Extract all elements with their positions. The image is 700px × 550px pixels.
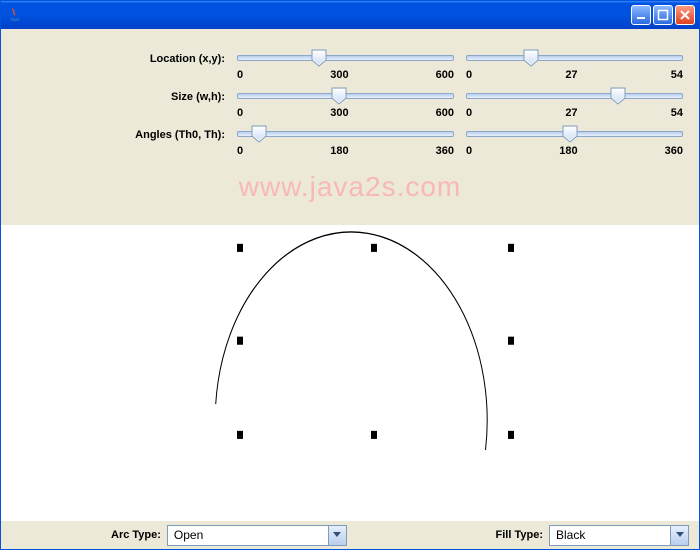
tick-mid: 300 — [330, 107, 348, 119]
slider-ticks: 0 27 54 — [466, 69, 683, 81]
fill-type-value: Black — [550, 528, 591, 542]
tick-max: 54 — [671, 69, 683, 81]
watermark-text: www.java2s.com — [1, 171, 699, 203]
arc-type-label: Arc Type: — [111, 529, 161, 541]
bottom-bar: Arc Type: Open Fill Type: Black — [1, 521, 699, 549]
control-row-1: Size (w,h): 0 300 600 0 27 54 — [11, 85, 689, 119]
slider-groove — [237, 55, 454, 61]
slider-thumb[interactable] — [562, 125, 578, 143]
slider-groove — [237, 131, 454, 137]
tick-min: 0 — [237, 69, 243, 81]
bbox-handle[interactable] — [508, 244, 514, 252]
slider-thumb[interactable] — [331, 87, 347, 105]
slider-thumb[interactable] — [523, 49, 539, 67]
slider-groove — [466, 93, 683, 99]
tick-mid: 27 — [565, 69, 577, 81]
row-label: Location (x,y): — [11, 47, 231, 65]
slider-left-1[interactable] — [237, 85, 454, 107]
chevron-down-icon — [328, 526, 346, 545]
slider-right-0[interactable] — [466, 47, 683, 69]
drawing-canvas — [1, 225, 699, 521]
fill-type-label: Fill Type: — [496, 529, 543, 541]
tick-max: 54 — [671, 107, 683, 119]
arc-type-value: Open — [168, 528, 209, 542]
tick-max: 600 — [436, 69, 454, 81]
tick-min: 0 — [237, 145, 243, 157]
slider-thumb[interactable] — [610, 87, 626, 105]
tick-min: 0 — [466, 145, 472, 157]
bbox-handle[interactable] — [508, 337, 514, 345]
tick-mid: 180 — [559, 145, 577, 157]
slider-ticks: 0 300 600 — [237, 69, 454, 81]
slider-thumb[interactable] — [311, 49, 327, 67]
arc-type-combo[interactable]: Open — [167, 525, 347, 546]
row-label: Size (w,h): — [11, 85, 231, 103]
tick-min: 0 — [466, 69, 472, 81]
tick-min: 0 — [237, 107, 243, 119]
slider-groove — [466, 55, 683, 61]
app-window: Location (x,y):030060002754Size (w,h):03… — [0, 0, 700, 550]
java-icon — [7, 7, 23, 23]
bbox-handle[interactable] — [371, 244, 377, 252]
tick-mid: 300 — [330, 69, 348, 81]
slider-ticks: 0 180 360 — [466, 145, 683, 157]
slider-panel: Location (x,y):030060002754Size (w,h):03… — [1, 29, 699, 171]
row-label: Angles (Th0, Th): — [11, 123, 231, 141]
tick-max: 360 — [665, 145, 683, 157]
slider-left-0[interactable] — [237, 47, 454, 69]
control-row-0: Location (x,y): 0 300 600 0 27 54 — [11, 47, 689, 81]
bbox-handle[interactable] — [237, 431, 243, 439]
maximize-button[interactable] — [653, 5, 673, 25]
bbox-handle[interactable] — [237, 337, 243, 345]
spacer — [1, 203, 699, 225]
fill-type-combo[interactable]: Black — [549, 525, 689, 546]
tick-max: 360 — [436, 145, 454, 157]
control-row-2: Angles (Th0, Th): 0 180 360 0 180 360 — [11, 123, 689, 157]
tick-mid: 180 — [330, 145, 348, 157]
tick-max: 600 — [436, 107, 454, 119]
slider-right-1[interactable] — [466, 85, 683, 107]
arc-path — [216, 232, 487, 450]
title-bar[interactable] — [1, 1, 699, 29]
bbox-handle[interactable] — [237, 244, 243, 252]
bbox-handle[interactable] — [371, 431, 377, 439]
slider-thumb[interactable] — [251, 125, 267, 143]
slider-ticks: 0 180 360 — [237, 145, 454, 157]
slider-ticks: 0 27 54 — [466, 107, 683, 119]
tick-min: 0 — [466, 107, 472, 119]
slider-right-2[interactable] — [466, 123, 683, 145]
chevron-down-icon — [670, 526, 688, 545]
slider-left-2[interactable] — [237, 123, 454, 145]
tick-mid: 27 — [565, 107, 577, 119]
slider-ticks: 0 300 600 — [237, 107, 454, 119]
bbox-handle[interactable] — [508, 431, 514, 439]
close-button[interactable] — [675, 5, 695, 25]
minimize-button[interactable] — [631, 5, 651, 25]
